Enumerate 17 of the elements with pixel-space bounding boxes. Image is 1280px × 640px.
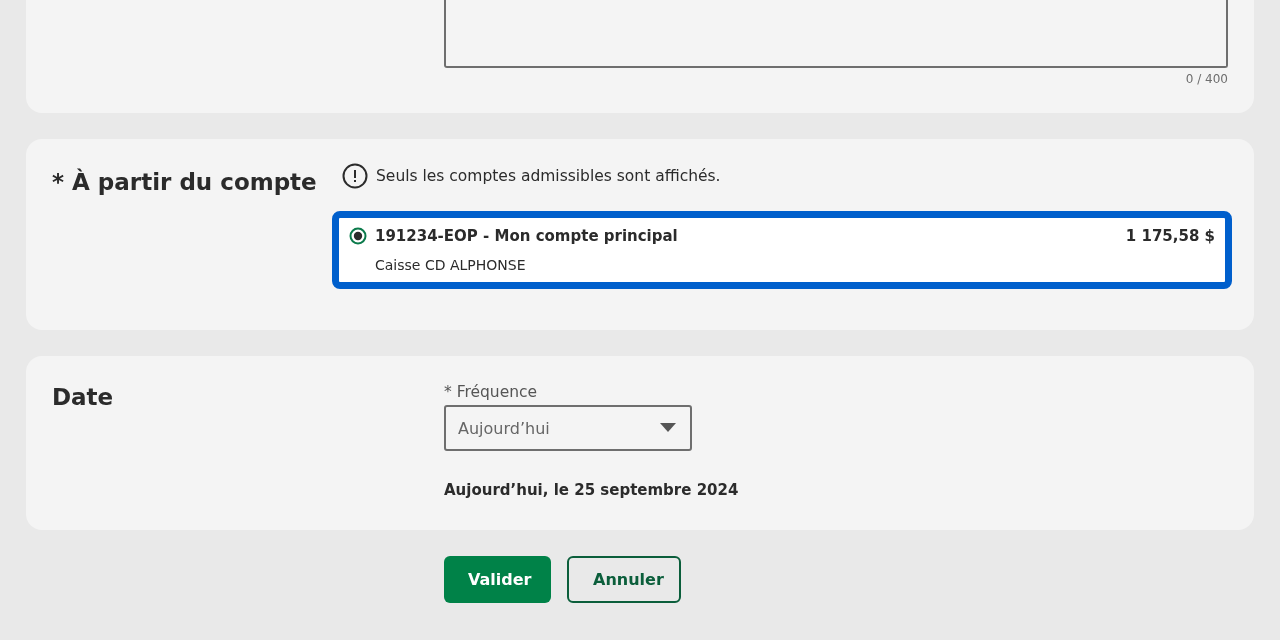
validate-button[interactable]: Valider <box>444 556 551 603</box>
radio-button[interactable] <box>349 227 367 245</box>
info-icon <box>342 163 368 189</box>
section-title: * À partir du compte <box>52 169 317 195</box>
info-text: Seuls les comptes admissibles sont affichés. <box>376 167 721 185</box>
section-title: Date <box>52 384 114 410</box>
date-text: Aujourd’hui, le 25 septembre 2024 <box>444 481 739 499</box>
caret-icon <box>660 423 676 433</box>
account-name: 191234-EOP - Mon compte principal <box>375 227 678 245</box>
message-field[interactable] <box>444 0 1228 68</box>
account-option[interactable]: 191234-EOP - Mon compte principal 1 175,58 $ Caisse CD ALPHONSE <box>332 211 1232 289</box>
field-label: * Fréquence <box>444 383 538 401</box>
frequency-dropdown[interactable]: Aujourd’hui <box>444 405 692 451</box>
character-counter: 0 / 400 <box>1185 72 1228 86</box>
account-institution: Caisse CD ALPHONSE <box>375 257 527 273</box>
account-balance: 1 175,58 $ <box>1125 227 1215 245</box>
cancel-button[interactable]: Annuler <box>567 556 681 603</box>
